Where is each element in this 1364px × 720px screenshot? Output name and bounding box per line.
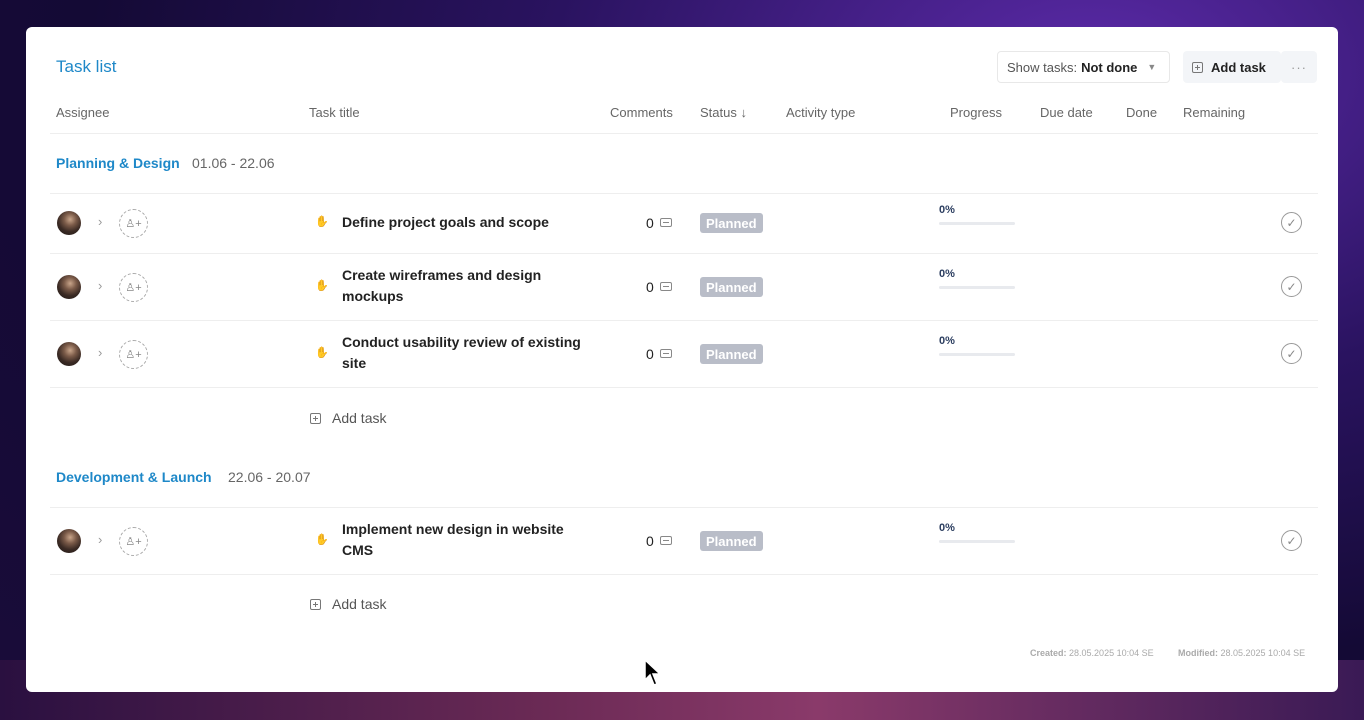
add-task-inline-button[interactable]: Add task xyxy=(310,410,386,426)
add-task-button[interactable]: Add task xyxy=(1183,51,1281,83)
add-task-button-label: Add task xyxy=(1211,59,1266,75)
chevron-right-icon[interactable]: › xyxy=(98,278,102,293)
row-divider xyxy=(50,507,1318,508)
comment-icon[interactable] xyxy=(660,282,672,291)
column-header-task-title[interactable]: Task title xyxy=(309,105,360,120)
status-badge[interactable]: Planned xyxy=(700,277,763,297)
check-circle-icon[interactable]: ✓ xyxy=(1281,212,1302,233)
row-divider xyxy=(50,253,1318,254)
row-divider xyxy=(50,193,1318,194)
column-header-progress[interactable]: Progress xyxy=(950,105,1002,120)
created-value: 28.05.2025 10:04 SE xyxy=(1069,648,1154,658)
column-header-status[interactable]: Status ↓ xyxy=(700,105,747,120)
progress-bar xyxy=(939,222,1015,225)
column-header-activity-type[interactable]: Activity type xyxy=(786,105,855,120)
row-divider xyxy=(50,320,1318,321)
chevron-right-icon[interactable]: › xyxy=(98,532,102,547)
comment-icon[interactable] xyxy=(660,218,672,227)
comment-icon[interactable] xyxy=(660,349,672,358)
add-user-icon[interactable]: ♙+ xyxy=(119,527,148,556)
check-circle-icon[interactable]: ✓ xyxy=(1281,530,1302,551)
progress-bar xyxy=(939,286,1015,289)
plus-icon xyxy=(310,598,321,610)
page-title: Task list xyxy=(56,57,117,76)
add-user-icon[interactable]: ♙+ xyxy=(119,273,148,302)
plus-icon xyxy=(1192,61,1203,73)
comment-count[interactable]: 0 xyxy=(646,346,654,362)
modified-label: Modified: xyxy=(1178,648,1218,658)
comment-count[interactable]: 0 xyxy=(646,279,654,295)
task-title[interactable]: Define project goals and scope xyxy=(342,212,592,233)
chevron-right-icon[interactable]: › xyxy=(98,345,102,360)
progress-bar xyxy=(939,353,1015,356)
add-user-icon[interactable]: ♙+ xyxy=(119,209,148,238)
row-divider xyxy=(50,387,1318,388)
status-badge[interactable]: Planned xyxy=(700,213,763,233)
progress-percent: 0% xyxy=(939,204,955,216)
modified-info: Modified: 28.05.2025 10:04 SE xyxy=(1178,648,1305,658)
column-header-remaining[interactable]: Remaining xyxy=(1183,105,1245,120)
add-user-icon[interactable]: ♙+ xyxy=(119,340,148,369)
avatar[interactable] xyxy=(57,275,81,299)
show-tasks-value: Not done xyxy=(1081,59,1138,75)
plus-icon xyxy=(310,412,321,424)
column-header-done[interactable]: Done xyxy=(1126,105,1157,120)
add-task-inline-label: Add task xyxy=(332,596,387,612)
group-dates: 22.06 - 20.07 xyxy=(228,469,311,485)
handshake-icon: ✋ xyxy=(315,534,329,546)
comment-count[interactable]: 0 xyxy=(646,533,654,549)
column-header-comments[interactable]: Comments xyxy=(610,105,673,120)
column-header-assignee[interactable]: Assignee xyxy=(56,105,109,120)
avatar[interactable] xyxy=(57,342,81,366)
avatar[interactable] xyxy=(57,211,81,235)
check-circle-icon[interactable]: ✓ xyxy=(1281,276,1302,297)
progress-percent: 0% xyxy=(939,268,955,280)
header-divider xyxy=(50,133,1318,134)
caret-down-icon: ▼ xyxy=(1147,62,1157,72)
group-name[interactable]: Planning & Design xyxy=(56,155,180,171)
progress-bar xyxy=(939,540,1015,543)
task-title[interactable]: Implement new design in website CMS xyxy=(342,519,592,561)
status-badge[interactable]: Planned xyxy=(700,531,763,551)
chevron-right-icon[interactable]: › xyxy=(98,214,102,229)
handshake-icon: ✋ xyxy=(315,347,329,359)
task-title[interactable]: Conduct usability review of existing sit… xyxy=(342,332,592,374)
task-title[interactable]: Create wireframes and design mockups xyxy=(342,265,592,307)
show-tasks-label: Show tasks: xyxy=(1007,59,1078,75)
status-badge[interactable]: Planned xyxy=(700,344,763,364)
progress-percent: 0% xyxy=(939,522,955,534)
add-task-inline-button[interactable]: Add task xyxy=(310,596,386,612)
created-label: Created: xyxy=(1030,648,1067,658)
handshake-icon: ✋ xyxy=(315,216,329,228)
task-list-panel: Task list Show tasks: Not done ▼ Add tas… xyxy=(26,27,1338,692)
handshake-icon: ✋ xyxy=(315,280,329,292)
created-info: Created: 28.05.2025 10:04 SE xyxy=(1030,648,1154,658)
group-name[interactable]: Development & Launch xyxy=(56,469,212,485)
row-divider xyxy=(50,574,1318,575)
progress-percent: 0% xyxy=(939,335,955,347)
comment-count[interactable]: 0 xyxy=(646,215,654,231)
add-task-inline-label: Add task xyxy=(332,410,387,426)
show-tasks-filter[interactable]: Show tasks: Not done ▼ xyxy=(997,51,1170,83)
check-circle-icon[interactable]: ✓ xyxy=(1281,343,1302,364)
modified-value: 28.05.2025 10:04 SE xyxy=(1220,648,1306,658)
avatar[interactable] xyxy=(57,529,81,553)
more-options-button[interactable]: ··· xyxy=(1281,51,1317,83)
mouse-cursor-icon xyxy=(644,659,662,686)
column-header-due-date[interactable]: Due date xyxy=(1040,105,1093,120)
group-dates: 01.06 - 22.06 xyxy=(192,155,275,171)
comment-icon[interactable] xyxy=(660,536,672,545)
